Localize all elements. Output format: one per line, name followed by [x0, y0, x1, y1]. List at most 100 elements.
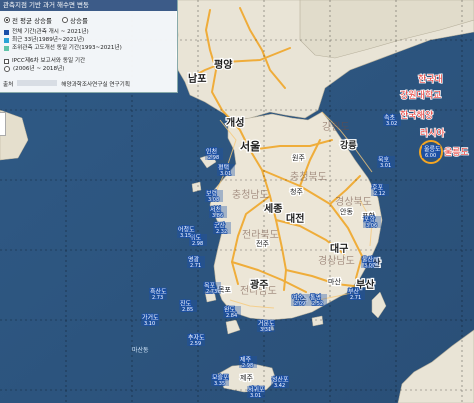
city-label: 제주: [240, 374, 253, 382]
station-marker[interactable]: 어청도3.15: [177, 225, 196, 240]
station-marker[interactable]: 성산포3.42: [271, 375, 290, 390]
station-marker[interactable]: 속초3.02: [383, 113, 401, 128]
station-value: 3.35: [214, 381, 225, 387]
station-marker[interactable]: 통영2.52: [309, 293, 327, 308]
station-value: 3.31: [260, 327, 271, 333]
sea-level-panel: 관측지점 기반 과거 해수면 변동 전 평균 상승률 상승률 전체 기간(관측 …: [0, 0, 178, 93]
city-label: 청주: [290, 188, 303, 196]
option-label: 최근 33년(1989년~2021년): [12, 37, 85, 43]
city-label: 강릉: [340, 139, 357, 151]
sea-label: 마산동: [132, 346, 149, 354]
station-value: 2.84: [226, 313, 237, 319]
radio-dot: [62, 17, 69, 23]
station-value: 3.01: [220, 171, 231, 177]
radio-label: 전 평균 상승률: [12, 17, 53, 25]
station-marker[interactable]: 제주2.98: [239, 355, 257, 370]
option-label: (2006년 ~ 2018년): [13, 66, 65, 72]
station-value: 2.71: [350, 295, 361, 301]
footer-text: 해양과학조사연구실 연구기획: [61, 82, 130, 88]
province-label: 충청북도: [290, 171, 327, 183]
station-value: 2.73: [152, 295, 163, 301]
footer-label: 출처: [3, 82, 14, 88]
redacted-text: [17, 80, 58, 86]
island-west-2: [191, 181, 202, 193]
station-marker[interactable]: 부산2.71: [347, 287, 365, 302]
city-label: 서울: [240, 139, 260, 153]
station-value: 3.15: [180, 233, 191, 239]
station-marker[interactable]: 흑산도2.73: [149, 287, 168, 302]
station-marker[interactable]: 울산3.07: [361, 255, 379, 270]
station-marker[interactable]: 보령3.08: [205, 189, 223, 204]
station-value: 2.12: [374, 191, 385, 197]
city-label: 대구: [330, 242, 348, 255]
foreign-label: 강원대학교: [400, 90, 441, 101]
station-marker[interactable]: 거문도3.31: [257, 319, 276, 334]
city-label: 남포: [188, 72, 206, 85]
station-marker[interactable]: 완도2.84: [223, 305, 241, 320]
station-marker[interactable]: 여수2.09: [291, 293, 309, 308]
side-panel-toggle[interactable]: [0, 112, 6, 136]
option-ipcc-period[interactable]: (2006년 ~ 2018년): [4, 66, 174, 73]
station-marker[interactable]: 가거도3.10: [141, 313, 160, 328]
radio-dot-selected: [4, 17, 10, 23]
foreign-label: 한국대: [418, 74, 443, 85]
station-marker[interactable]: 서천3.86: [209, 205, 227, 220]
station-value: 2.52: [312, 301, 323, 307]
station-value: 3.06: [366, 223, 377, 229]
station-marker[interactable]: 서귀포3.01: [247, 385, 266, 400]
station-marker[interactable]: 인천2.98: [205, 147, 223, 162]
station-value: 2.71: [190, 263, 201, 269]
option-full-period[interactable]: 전체 기간(관측 개시 ~ 2021년): [4, 29, 174, 36]
station-marker[interactable]: 평택3.01: [217, 163, 235, 178]
option-recent-33[interactable]: 최근 33년(1989년~2021년): [4, 37, 174, 44]
station-marker[interactable]: 영광2.71: [187, 255, 205, 270]
station-value: 3.42: [274, 383, 285, 389]
radio-rise-rate[interactable]: 상승률: [62, 15, 88, 25]
city-label: 마산: [328, 277, 341, 286]
city-label: 대전: [286, 212, 304, 225]
station-value: 3.01: [250, 393, 261, 399]
station-marker[interactable]: 군산2.32: [213, 221, 231, 236]
station-value: 3.86: [212, 213, 223, 219]
island-south-2: [311, 315, 324, 327]
station-marker[interactable]: 후포2.12: [371, 183, 389, 198]
station-value: 3.07: [364, 263, 375, 269]
station-value: 2.98: [208, 155, 219, 161]
city-label: 원주: [292, 153, 305, 162]
city-label: 전주: [256, 239, 269, 248]
radio-mean-rise[interactable]: 전 평균 상승률: [4, 15, 52, 25]
option-same-period[interactable]: 조위관측 고도개선 동일 기간(1993~2021년): [4, 45, 174, 52]
radio-label: 상승률: [70, 17, 88, 25]
station-marker[interactable]: 추자도2.59: [187, 333, 206, 348]
station-value: 3.01: [380, 163, 391, 169]
option-label: 전체 기간(관측 개시 ~ 2021년): [12, 29, 89, 35]
province-label: 충청남도: [232, 189, 269, 201]
station-marker[interactable]: 포항3.06: [363, 215, 381, 230]
city-label: 개성: [226, 116, 244, 129]
station-marker[interactable]: 묵호3.01: [377, 156, 395, 170]
station-value: 2.73: [206, 289, 217, 295]
panel-title: 관측지점 기반 과거 해수면 변동: [0, 0, 177, 11]
province-label: 강원도: [322, 121, 350, 133]
city-label: 안동: [340, 207, 353, 216]
foreign-label: 러시아: [420, 128, 446, 139]
option-label: IPCC제6차 보고서와 동일 기간: [12, 58, 86, 64]
station-value: 2.59: [190, 341, 201, 347]
ulleung-marker-value: 6.00: [425, 153, 436, 159]
station-marker[interactable]: 목포2.73: [203, 282, 221, 296]
radio-dot: [4, 66, 10, 72]
station-value: 3.02: [386, 121, 397, 127]
legend-square: [4, 38, 9, 43]
option-label: 조위관측 고도개선 동일 기간(1993~2021년): [12, 45, 122, 51]
station-value: 2.98: [242, 363, 253, 369]
radio-group: 전 평균 상승률 상승률: [4, 15, 88, 25]
station-value: 3.10: [144, 321, 155, 327]
ulleung-marker-label: 울릉도: [424, 146, 441, 153]
station-marker[interactable]: 진도2.85: [179, 299, 197, 314]
station-marker[interactable]: 모슬포3.35: [211, 373, 230, 388]
province-label: 경상북도: [335, 195, 372, 208]
city-label: 세종: [264, 202, 282, 215]
station-value: 2.98: [192, 241, 203, 247]
city-label: 광주: [250, 279, 268, 291]
option-ipcc[interactable]: IPCC제6차 보고서와 동일 기간: [4, 58, 174, 65]
